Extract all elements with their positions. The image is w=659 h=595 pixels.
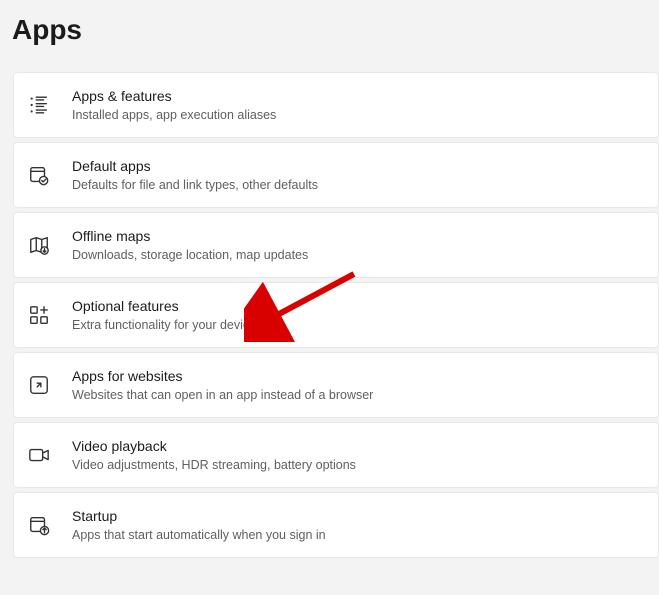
page-title: Apps xyxy=(12,14,659,46)
optional-features-icon xyxy=(28,304,72,326)
item-title: Video playback xyxy=(72,437,356,455)
apps-for-websites-item[interactable]: Apps for websites Websites that can open… xyxy=(13,352,659,418)
default-apps-icon xyxy=(28,164,72,186)
item-subtitle: Websites that can open in an app instead… xyxy=(72,387,373,403)
item-subtitle: Downloads, storage location, map updates xyxy=(72,247,308,263)
item-title: Default apps xyxy=(72,157,318,175)
item-title: Optional features xyxy=(72,297,256,315)
apps-list: Apps & features Installed apps, app exec… xyxy=(0,60,659,558)
video-playback-icon xyxy=(28,444,72,466)
item-title: Offline maps xyxy=(72,227,308,245)
item-subtitle: Video adjustments, HDR streaming, batter… xyxy=(72,457,356,473)
item-title: Apps & features xyxy=(72,87,276,105)
default-apps-item[interactable]: Default apps Defaults for file and link … xyxy=(13,142,659,208)
item-subtitle: Apps that start automatically when you s… xyxy=(72,527,326,543)
apps-features-item[interactable]: Apps & features Installed apps, app exec… xyxy=(13,72,659,138)
startup-item[interactable]: Startup Apps that start automatically wh… xyxy=(13,492,659,558)
item-title: Apps for websites xyxy=(72,367,373,385)
page-header: Apps xyxy=(0,0,659,60)
video-playback-item[interactable]: Video playback Video adjustments, HDR st… xyxy=(13,422,659,488)
offline-maps-item[interactable]: Offline maps Downloads, storage location… xyxy=(13,212,659,278)
optional-features-item[interactable]: Optional features Extra functionality fo… xyxy=(13,282,659,348)
apps-for-websites-icon xyxy=(28,374,72,396)
item-subtitle: Installed apps, app execution aliases xyxy=(72,107,276,123)
apps-features-icon xyxy=(28,94,72,116)
startup-icon xyxy=(28,514,72,536)
item-subtitle: Extra functionality for your device xyxy=(72,317,256,333)
item-subtitle: Defaults for file and link types, other … xyxy=(72,177,318,193)
offline-maps-icon xyxy=(28,234,72,256)
item-title: Startup xyxy=(72,507,326,525)
